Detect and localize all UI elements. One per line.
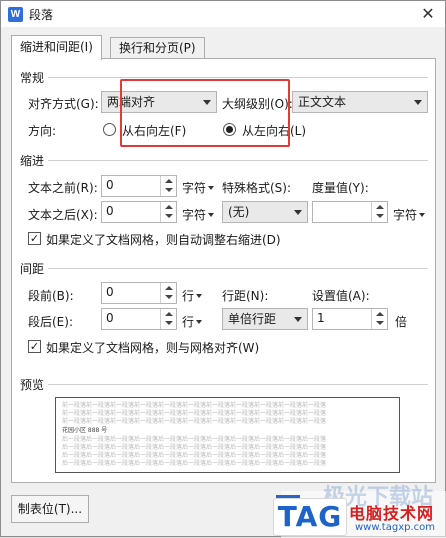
measure-spinner[interactable] [312,201,388,223]
spacing-grid-label: 如果定义了文档网格，则与网格对齐(W) [46,341,260,355]
spin-down-icon[interactable] [376,321,384,325]
unit-label: 行 [182,315,195,329]
spinner-buttons[interactable] [160,309,176,329]
preview-prev-line: 前一段落前一段落前一段落前一段落前一段落前一段落前一段落前一段落前一段落前一段落… [62,402,327,409]
chevron-down-icon [419,213,426,217]
indent-before-label: 文本之前(R): [28,181,98,195]
setting-unit: 倍 [395,315,408,329]
watermark-tag-logo: TAG [273,498,347,536]
preview-sample-text: 花园小区 888 号 [62,427,108,434]
chevron-down-icon [208,213,215,217]
indent-after-value: 0 [106,204,114,218]
chevron-down-icon [294,210,302,215]
chevron-down-icon [196,294,203,298]
setting-value-label: 设置值(A): [312,289,370,303]
alignment-label: 对齐方式(G): [28,97,99,111]
outline-level-select[interactable]: 正文文本 [292,91,428,113]
line-spacing-select[interactable]: 单倍行距 [222,308,308,330]
section-spacing-title: 间距 [20,262,45,276]
space-before-unit[interactable]: 行 [182,287,203,304]
preview-next-line: 后一段落后一段落后一段落后一段落后一段落后一段落后一段落后一段落后一段落后一段落… [62,436,327,443]
space-after-unit[interactable]: 行 [182,313,203,330]
tab-panel: 常规 对齐方式(G): 两端对齐 大纲级别(O): 正文文本 方向: 从右向左(… [11,58,436,483]
spin-down-icon[interactable] [376,214,384,218]
watermark-site-name: 电脑技术网 [349,504,435,523]
space-before-label: 段前(B): [28,289,74,303]
title-bar: W 段落 ✕ [1,1,445,27]
spin-up-icon[interactable] [165,286,173,290]
rtl-radio[interactable] [103,123,116,136]
tab-stops-button[interactable]: 制表位(T)... [11,495,89,523]
annotation-highlight-box [120,79,290,147]
chevron-down-icon [414,100,422,105]
indent-grid-label: 如果定义了文档网格，则自动调整右缩进(D) [46,233,281,247]
spinner-buttons[interactable] [160,283,176,303]
spin-up-icon[interactable] [376,312,384,316]
line-spacing-value: 单倍行距 [228,312,277,326]
spin-down-icon[interactable] [165,188,173,192]
space-after-label: 段后(E): [28,315,73,329]
paragraph-dialog: W 段落 ✕ 缩进和间距(I) 换行和分页(P) 常规 对齐方式(G): 两端对… [0,0,446,538]
spin-up-icon[interactable] [165,179,173,183]
unit-label: 字符 [393,208,418,222]
spin-up-icon[interactable] [165,205,173,209]
spin-down-icon[interactable] [165,321,173,325]
tab-indent-spacing[interactable]: 缩进和间距(I) [11,35,102,60]
preview-prev-line: 前一段落前一段落前一段落前一段落前一段落前一段落前一段落前一段落前一段落前一段落… [62,418,327,425]
indent-after-spinner[interactable]: 0 [101,201,177,223]
chevron-down-icon [208,186,215,190]
indent-before-spinner[interactable]: 0 [101,175,177,197]
unit-label: 行 [182,289,195,303]
divider [48,77,428,78]
indent-before-unit[interactable]: 字符 [182,179,215,196]
line-spacing-label: 行距(N): [222,289,269,303]
indent-after-label: 文本之后(X): [28,208,98,222]
space-before-spinner[interactable]: 0 [101,282,177,304]
wps-writer-icon: W [8,7,23,22]
unit-label: 字符 [182,181,207,195]
spinner-buttons[interactable] [371,202,387,222]
preview-next-line: 后一段落后一段落后一段落后一段落后一段落后一段落后一段落后一段落后一段落后一段落… [62,452,327,459]
close-button[interactable]: ✕ [417,3,439,25]
outline-level-value: 正文文本 [298,95,347,109]
watermark-url: www.tagxp.com [355,522,435,533]
chevron-down-icon [196,320,203,324]
indent-after-unit[interactable]: 字符 [182,206,215,223]
spin-up-icon[interactable] [165,312,173,316]
spinner-buttons[interactable] [160,176,176,196]
section-indent-title: 缩进 [20,154,45,168]
spinner-buttons[interactable] [160,202,176,222]
preview-next-line: 后一段落后一段落后一段落后一段落后一段落后一段落后一段落后一段落后一段落后一段落… [62,444,327,451]
preview-prev-line: 前一段落前一段落前一段落前一段落前一段落前一段落前一段落前一段落前一段落前一段落… [62,410,327,417]
spin-down-icon[interactable] [165,214,173,218]
space-before-value: 0 [106,285,114,299]
divider [48,160,428,161]
dialog-title: 段落 [29,8,54,22]
special-format-label: 特殊格式(S): [222,181,292,195]
special-format-value: (无) [228,205,250,219]
setting-value: 1 [317,311,325,325]
preview-box: 前一段落前一段落前一段落前一段落前一段落前一段落前一段落前一段落前一段落前一段落… [55,397,400,473]
space-after-value: 0 [106,311,114,325]
divider [48,384,428,385]
special-format-select[interactable]: (无) [222,201,308,223]
indent-before-value: 0 [106,178,114,192]
section-preview-title: 预览 [20,378,45,392]
indent-grid-checkbox[interactable]: ✓ [28,232,41,245]
preview-next-line: 后一段落后一段落后一段落后一段落后一段落后一段落后一段落后一段落后一段落后一段落… [62,460,327,467]
divider [48,268,428,269]
tab-line-page-breaks[interactable]: 换行和分页(P) [110,37,205,59]
spin-up-icon[interactable] [376,205,384,209]
spinner-buttons[interactable] [371,309,387,329]
measure-unit[interactable]: 字符 [393,206,426,223]
spin-down-icon[interactable] [165,295,173,299]
chevron-down-icon [294,317,302,322]
setting-value-spinner[interactable]: 1 [312,308,388,330]
measure-label: 度量值(Y): [312,181,369,195]
section-general-title: 常规 [20,71,45,85]
spacing-grid-checkbox[interactable]: ✓ [28,340,41,353]
unit-label: 字符 [182,208,207,222]
space-after-spinner[interactable]: 0 [101,308,177,330]
direction-label: 方向: [28,124,57,138]
